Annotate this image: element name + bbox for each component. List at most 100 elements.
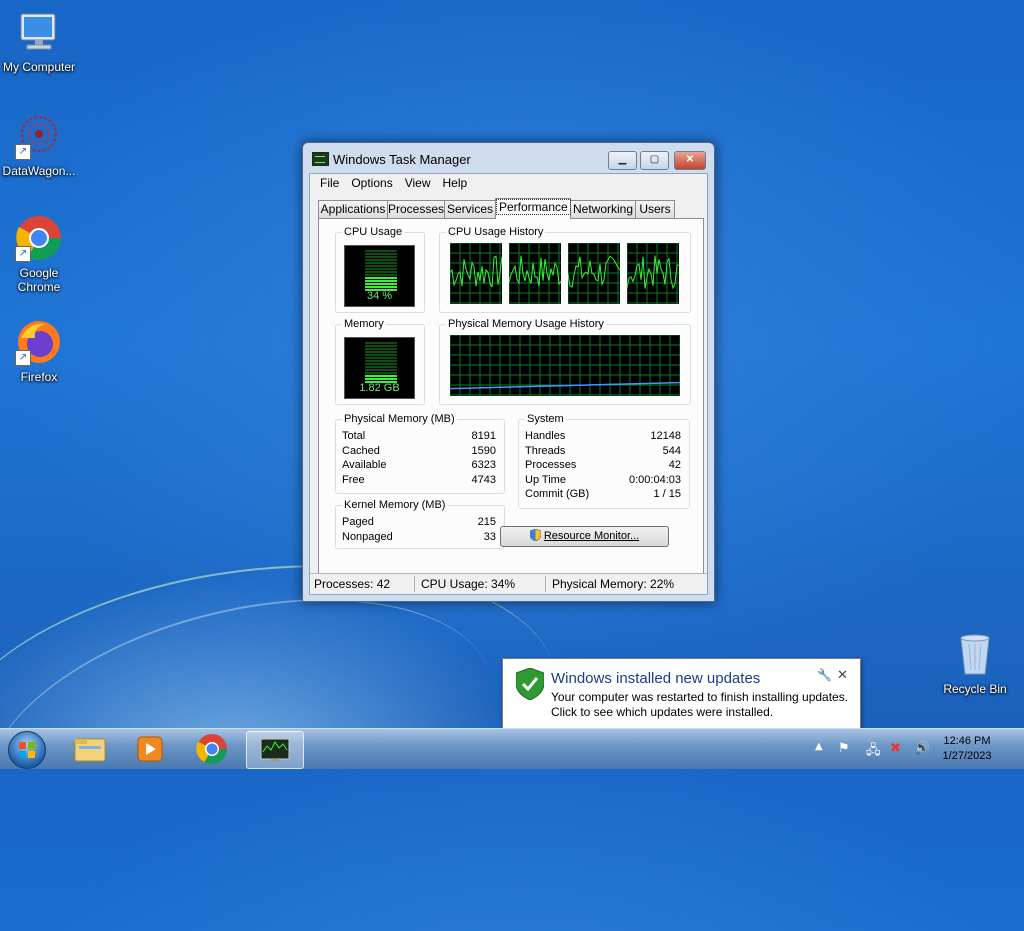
close-button[interactable]: ✕: [674, 151, 706, 170]
meter-bar: [365, 369, 397, 371]
resource-monitor-button[interactable]: Resource Monitor...: [500, 526, 669, 547]
menu-help[interactable]: Help: [437, 174, 474, 192]
stat-name: Cached: [342, 445, 380, 457]
memory-history-group: Physical Memory Usage History: [439, 318, 691, 405]
status-divider: [545, 576, 546, 592]
chrome-icon: ↗: [15, 214, 63, 262]
stat-row: Paged 215: [342, 516, 496, 530]
meter-bar: [365, 378, 397, 380]
cpu-usage-value: 34 %: [366, 290, 393, 302]
tab-performance-label: Performance: [496, 199, 571, 215]
menu-file[interactable]: File: [314, 174, 345, 192]
taskbar-media-player-button[interactable]: [122, 731, 178, 767]
start-orb-icon[interactable]: [8, 731, 46, 769]
meter-bar: [365, 363, 397, 365]
action-center-icon[interactable]: ⚑: [838, 741, 850, 756]
wrench-icon[interactable]: 🔧: [817, 668, 832, 682]
meter-bar: [365, 271, 397, 273]
stat-value: 8191: [471, 430, 496, 442]
cpu-history-line: [450, 255, 502, 288]
explorer-icon: [74, 738, 106, 762]
minimize-button[interactable]: ▁: [608, 151, 637, 170]
title-bar[interactable]: Windows Task Manager ▁ ▢ ✕: [303, 143, 714, 173]
kernel-memory-group: Kernel Memory (MB) Paged 215 Nonpaged 33: [335, 499, 505, 549]
taskbar-task-manager-button[interactable]: [246, 731, 304, 769]
stat-value: 215: [477, 516, 496, 528]
menu-bar: File Options View Help: [310, 174, 707, 192]
stat-value: 4743: [471, 474, 496, 486]
cpu-history-line: [627, 255, 679, 290]
taskbar-explorer-button[interactable]: [62, 731, 118, 767]
meter-bar: [365, 286, 397, 288]
meter-bar: [365, 366, 397, 368]
show-hidden-icons-icon[interactable]: ▲: [815, 741, 823, 752]
tab-users[interactable]: Users: [635, 200, 675, 218]
clock-date: 1/27/2023: [942, 750, 992, 762]
stat-value: 1590: [471, 445, 496, 457]
meter-bar: [365, 262, 397, 264]
desktop-icon-label: Google Chrome: [17, 266, 61, 294]
cpu-history-line: [509, 255, 561, 287]
window-body: File Options View Help Applications Process…: [309, 173, 708, 595]
performance-panel: CPU Usage 34 % CPU Usage History Memory: [318, 218, 704, 581]
network-icon[interactable]: 🖧: [866, 741, 881, 763]
meter-bar: [365, 348, 397, 350]
task-manager-window[interactable]: Windows Task Manager ▁ ▢ ✕ File Options Vi…: [302, 142, 715, 602]
desktop-icon-label: Firefox: [20, 370, 58, 384]
meter-bar: [365, 256, 397, 258]
meter-bar: [365, 351, 397, 353]
meter-bar: [365, 354, 397, 356]
meter-bar: [365, 345, 397, 347]
meter-bar: [365, 360, 397, 362]
memory-group: Memory 1.82 GB: [335, 318, 425, 405]
stat-name: Available: [342, 459, 387, 471]
taskbar: ▲ ⚑ 🖧 ✖ 🔊 12:46 PM 1/27/2023: [0, 728, 1024, 769]
shortcut-arrow-icon: ↗: [15, 246, 31, 262]
cpu-history-group: CPU Usage History: [439, 226, 691, 313]
resource-monitor-label: Resource Monitor...: [543, 530, 640, 542]
close-icon[interactable]: ✕: [837, 667, 848, 683]
maximize-button[interactable]: ▢: [640, 151, 669, 170]
cpu-usage-label: CPU Usage: [342, 226, 405, 238]
cpu-usage-group: CPU Usage 34 %: [335, 226, 425, 313]
menu-options[interactable]: Options: [345, 174, 398, 192]
tab-networking[interactable]: Networking: [570, 200, 636, 218]
menu-view[interactable]: View: [399, 174, 437, 192]
desktop-icon-my-computer[interactable]: My Computer: [0, 8, 79, 74]
taskbar-clock[interactable]: 12:46 PM 1/27/2023: [932, 734, 1002, 764]
status-cpu: CPU Usage: 34%: [421, 577, 516, 591]
stat-row: Threads 544: [525, 445, 681, 459]
volume-icon[interactable]: 🔊: [914, 741, 930, 756]
meter-bar: [365, 250, 397, 252]
status-bar: Processes: 42 CPU Usage: 34% Physical Me…: [310, 573, 707, 594]
speaker-muted-icon[interactable]: ✖: [890, 741, 901, 756]
stat-name: Paged: [342, 516, 374, 528]
tab-performance[interactable]: Performance: [495, 198, 571, 219]
stat-row: Cached 1590: [342, 445, 496, 459]
stat-name: Threads: [525, 445, 566, 457]
desktop-icon-google-chrome[interactable]: ↗ Google Chrome: [0, 214, 79, 294]
desktop-icon-datawagon[interactable]: ↗ DataWagon...: [0, 112, 79, 178]
physical-memory-label: Physical Memory (MB): [342, 413, 457, 425]
taskbar-chrome-button[interactable]: [184, 731, 240, 767]
tab-services[interactable]: Services: [444, 200, 496, 218]
desktop-icon-firefox[interactable]: ↗ Firefox: [0, 318, 79, 384]
cpu-history-graph-core-1: [450, 243, 502, 304]
desktop-icon-label: My Computer: [2, 60, 76, 74]
meter-bar: [365, 342, 397, 344]
stat-row: Available 6323: [342, 459, 496, 473]
recycle-bin-icon: [951, 630, 999, 678]
notification-body: Your computer was restarted to finish in…: [551, 690, 848, 720]
memory-label: Memory: [342, 318, 386, 330]
firefox-icon: ↗: [15, 318, 63, 366]
system-group: System Handles 12148 Threads 544 Processes…: [518, 413, 690, 509]
update-notification[interactable]: Windows installed new updates Your compu…: [502, 658, 861, 730]
tab-processes[interactable]: Processes: [387, 200, 445, 218]
meter-bar: [365, 274, 397, 276]
memory-history-label: Physical Memory Usage History: [446, 318, 606, 330]
clock-time: 12:46 PM: [943, 735, 991, 747]
desktop-icon-recycle-bin[interactable]: Recycle Bin: [935, 630, 1015, 696]
tab-applications[interactable]: Applications: [318, 200, 388, 218]
task-manager-icon: [260, 738, 290, 762]
meter-bar: [365, 375, 397, 377]
